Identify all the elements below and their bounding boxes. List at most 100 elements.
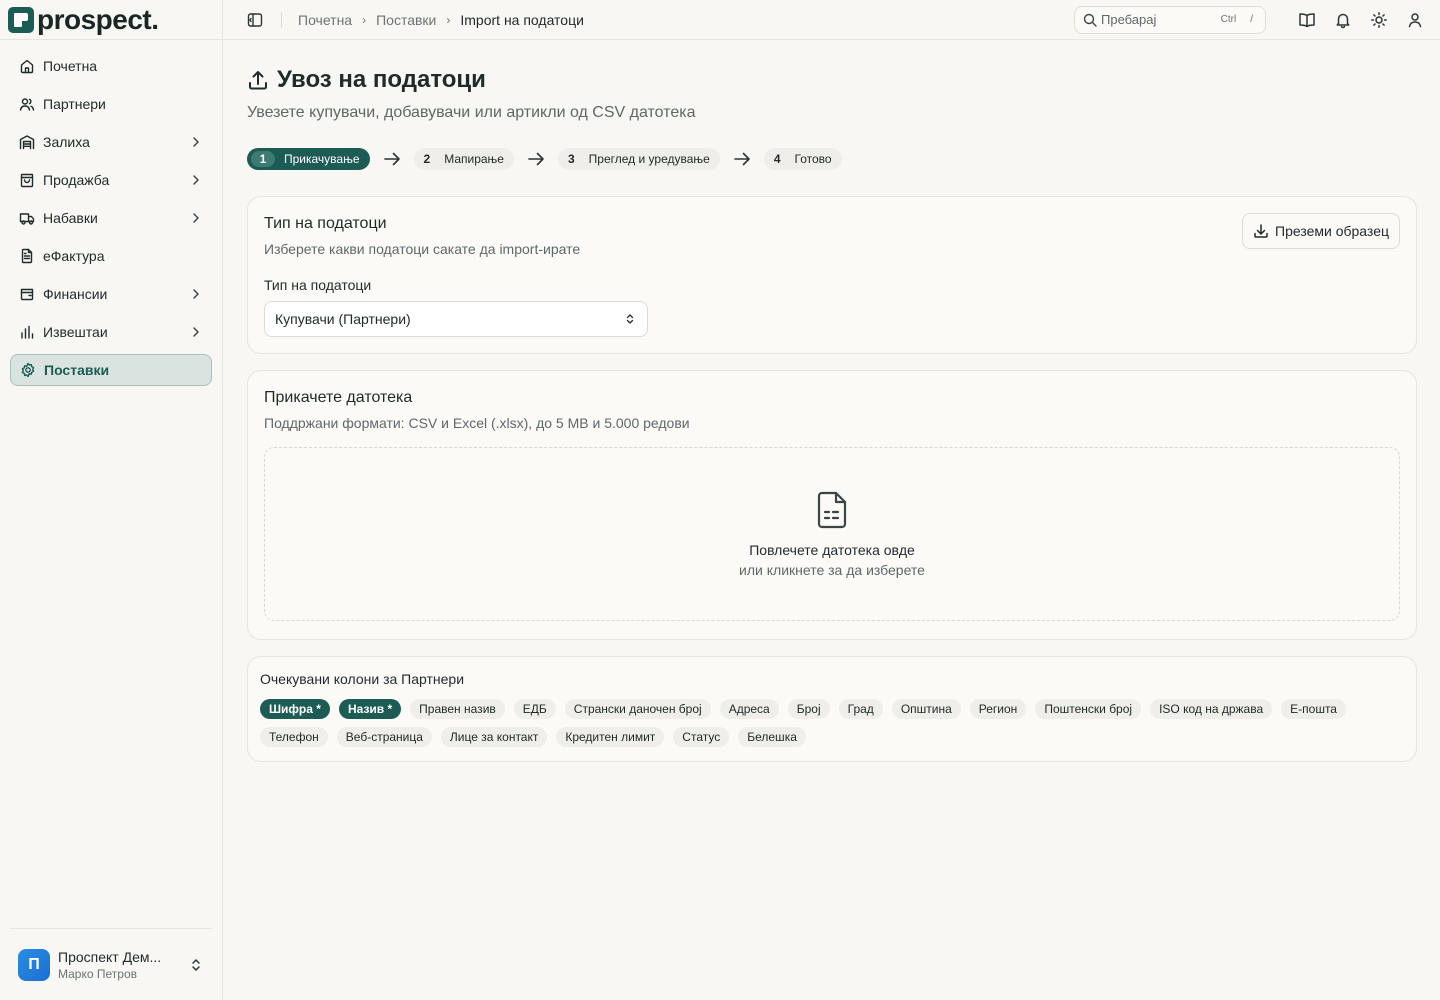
sidebar-item-7[interactable]: Финансии bbox=[10, 278, 212, 310]
sidebar-item-label: Набавки bbox=[43, 210, 98, 226]
search-input[interactable]: Пребарај Ctrl / bbox=[1074, 5, 1266, 34]
breadcrumb: Почетна › Поставки › Import на податоци bbox=[298, 12, 1074, 28]
sidebar-item-label: Извештаи bbox=[43, 324, 108, 340]
step-number: 4 bbox=[773, 152, 781, 166]
sidebar-item-label: Партнери bbox=[43, 96, 106, 112]
file-dropzone[interactable]: Повлечете датотека овде или кликнете за … bbox=[264, 447, 1400, 621]
search-placeholder: Пребарај bbox=[1101, 12, 1157, 27]
chevrons-up-down-icon bbox=[623, 312, 637, 326]
sidebar-item-label: Финансии bbox=[43, 286, 108, 302]
warehouse-icon bbox=[19, 134, 35, 150]
step-1: 1 Прикачување bbox=[247, 148, 370, 170]
data-type-label: Тип на податоци bbox=[264, 277, 372, 293]
breadcrumb-home[interactable]: Почетна bbox=[298, 12, 352, 28]
dropzone-title: Повлечете датотека овде bbox=[749, 542, 915, 558]
step-2: 2 Мапирање bbox=[413, 148, 514, 170]
breadcrumb-chevron-icon: › bbox=[446, 12, 451, 27]
breadcrumb-chevron-icon: › bbox=[362, 12, 367, 27]
step-3: 3 Преглед и уредување bbox=[557, 148, 720, 170]
logo[interactable]: prospect. bbox=[0, 0, 222, 40]
step-label: Прикачување bbox=[284, 152, 360, 166]
page-title: Увоз на податоци bbox=[277, 66, 486, 93]
chevron-right-icon bbox=[189, 287, 203, 301]
sidebar-item-4[interactable]: Продажба bbox=[10, 164, 212, 196]
sidebar-item-6[interactable]: еФактура bbox=[10, 240, 212, 272]
topbar: Почетна › Поставки › Import на податоци … bbox=[223, 0, 1440, 40]
company-name: Проспект Дем... bbox=[58, 948, 162, 965]
search-icon bbox=[1083, 13, 1097, 27]
step-label: Готово bbox=[794, 152, 832, 166]
card-description: Изберете какви податоци сакате да import… bbox=[264, 241, 581, 257]
column-chip: Лице за контакт bbox=[440, 727, 548, 747]
column-chip: Адреса bbox=[719, 699, 779, 719]
column-chip: Поштенски број bbox=[1035, 699, 1142, 719]
column-chip: Кредитен лимит bbox=[556, 727, 665, 747]
sidebar-item-2[interactable]: Партнери bbox=[10, 88, 212, 120]
truck-icon bbox=[19, 210, 35, 226]
breadcrumb-settings[interactable]: Поставки bbox=[376, 12, 436, 28]
expected-columns-card: Очекувани колони за Партнери Шифра * Нази… bbox=[247, 656, 1417, 762]
kbd-slash: / bbox=[1250, 14, 1253, 25]
user-name: Марко Петров bbox=[58, 966, 137, 981]
sidebar-item-8[interactable]: Извештаи bbox=[10, 316, 212, 348]
home-icon bbox=[19, 58, 35, 74]
column-chip: Е-пошта bbox=[1281, 699, 1346, 719]
card-description: Поддржани формати: CSV и Excel (.xlsx), … bbox=[264, 415, 690, 431]
sidebar-item-9[interactable]: Поставки bbox=[10, 354, 212, 386]
arrow-right-icon bbox=[732, 149, 752, 169]
sidebar-item-1[interactable]: Почетна bbox=[10, 50, 212, 82]
file-spreadsheet-icon bbox=[814, 490, 850, 530]
avatar: П bbox=[18, 948, 50, 981]
data-type-select[interactable]: Купувачи (Партнери) bbox=[264, 301, 648, 337]
sidebar-toggle-icon[interactable] bbox=[247, 12, 263, 28]
user-icon[interactable] bbox=[1406, 11, 1424, 29]
sidebar-item-label: Почетна bbox=[43, 58, 98, 74]
column-chips: Шифра * Назив * Правен назив ЕДБ Странски да… bbox=[260, 699, 1400, 755]
step-number: 1 bbox=[251, 151, 275, 167]
chevron-right-icon bbox=[189, 173, 203, 187]
user-switcher[interactable]: П Проспект Дем... Марко Петров bbox=[10, 928, 212, 1000]
column-chip: Белешка bbox=[738, 727, 806, 747]
chevron-right-icon bbox=[189, 135, 203, 149]
chevrons-up-down-icon bbox=[188, 957, 204, 973]
main: Почетна › Поставки › Import на податоци … bbox=[223, 0, 1440, 1000]
logo-icon bbox=[8, 6, 34, 33]
dropzone-subtitle: или кликнете за да изберете bbox=[739, 562, 925, 578]
book-icon[interactable] bbox=[1298, 11, 1316, 29]
step-number: 2 bbox=[423, 152, 431, 166]
sidebar: prospect. Почетна Партнери Залиха Продажба Н… bbox=[0, 0, 223, 1000]
chevron-right-icon bbox=[189, 211, 203, 225]
card-title: Тип на податоци bbox=[264, 215, 387, 232]
card-title: Прикачете датотека bbox=[264, 389, 413, 406]
upload-icon bbox=[247, 69, 269, 91]
page-content: Увоз на податоци Увезете купувачи, добав… bbox=[223, 40, 1440, 762]
sidebar-item-3[interactable]: Залиха bbox=[10, 126, 212, 158]
column-chip: Број bbox=[787, 699, 830, 719]
bell-icon[interactable] bbox=[1334, 11, 1352, 29]
sidebar-item-5[interactable]: Набавки bbox=[10, 202, 212, 234]
shopping-bag-icon bbox=[19, 172, 35, 188]
step-number: 3 bbox=[567, 152, 575, 166]
column-chip: Телефон bbox=[260, 727, 328, 747]
sidebar-nav: Почетна Партнери Залиха Продажба Набавки еФак… bbox=[0, 40, 222, 402]
download-template-label: Преземи образец bbox=[1275, 223, 1389, 239]
arrow-right-icon bbox=[526, 149, 546, 169]
column-chip: Правен назив bbox=[410, 699, 505, 719]
arrow-right-icon bbox=[382, 149, 402, 169]
card-title: Очекувани колони за Партнери bbox=[260, 671, 465, 687]
step-label: Мапирање bbox=[444, 152, 504, 166]
upload-card: Прикачете датотека Поддржани формати: CS… bbox=[247, 370, 1417, 640]
download-template-button[interactable]: Преземи образец bbox=[1242, 213, 1400, 249]
brand-name: prospect. bbox=[37, 3, 159, 35]
column-chip: Назив * bbox=[338, 699, 402, 719]
column-chip: Регион bbox=[969, 699, 1027, 719]
column-chip: Статус bbox=[673, 727, 730, 747]
sidebar-item-label: Поставки bbox=[44, 362, 110, 378]
sidebar-item-label: Продажба bbox=[43, 172, 110, 188]
breadcrumb-current: Import на податоци bbox=[460, 11, 584, 28]
kbd-ctrl: Ctrl bbox=[1220, 14, 1237, 25]
gear-icon bbox=[20, 362, 36, 378]
sun-icon[interactable] bbox=[1370, 11, 1388, 29]
download-icon bbox=[1253, 223, 1269, 239]
page-subtitle: Увезете купувачи, добавувачи или артикли… bbox=[247, 104, 696, 121]
